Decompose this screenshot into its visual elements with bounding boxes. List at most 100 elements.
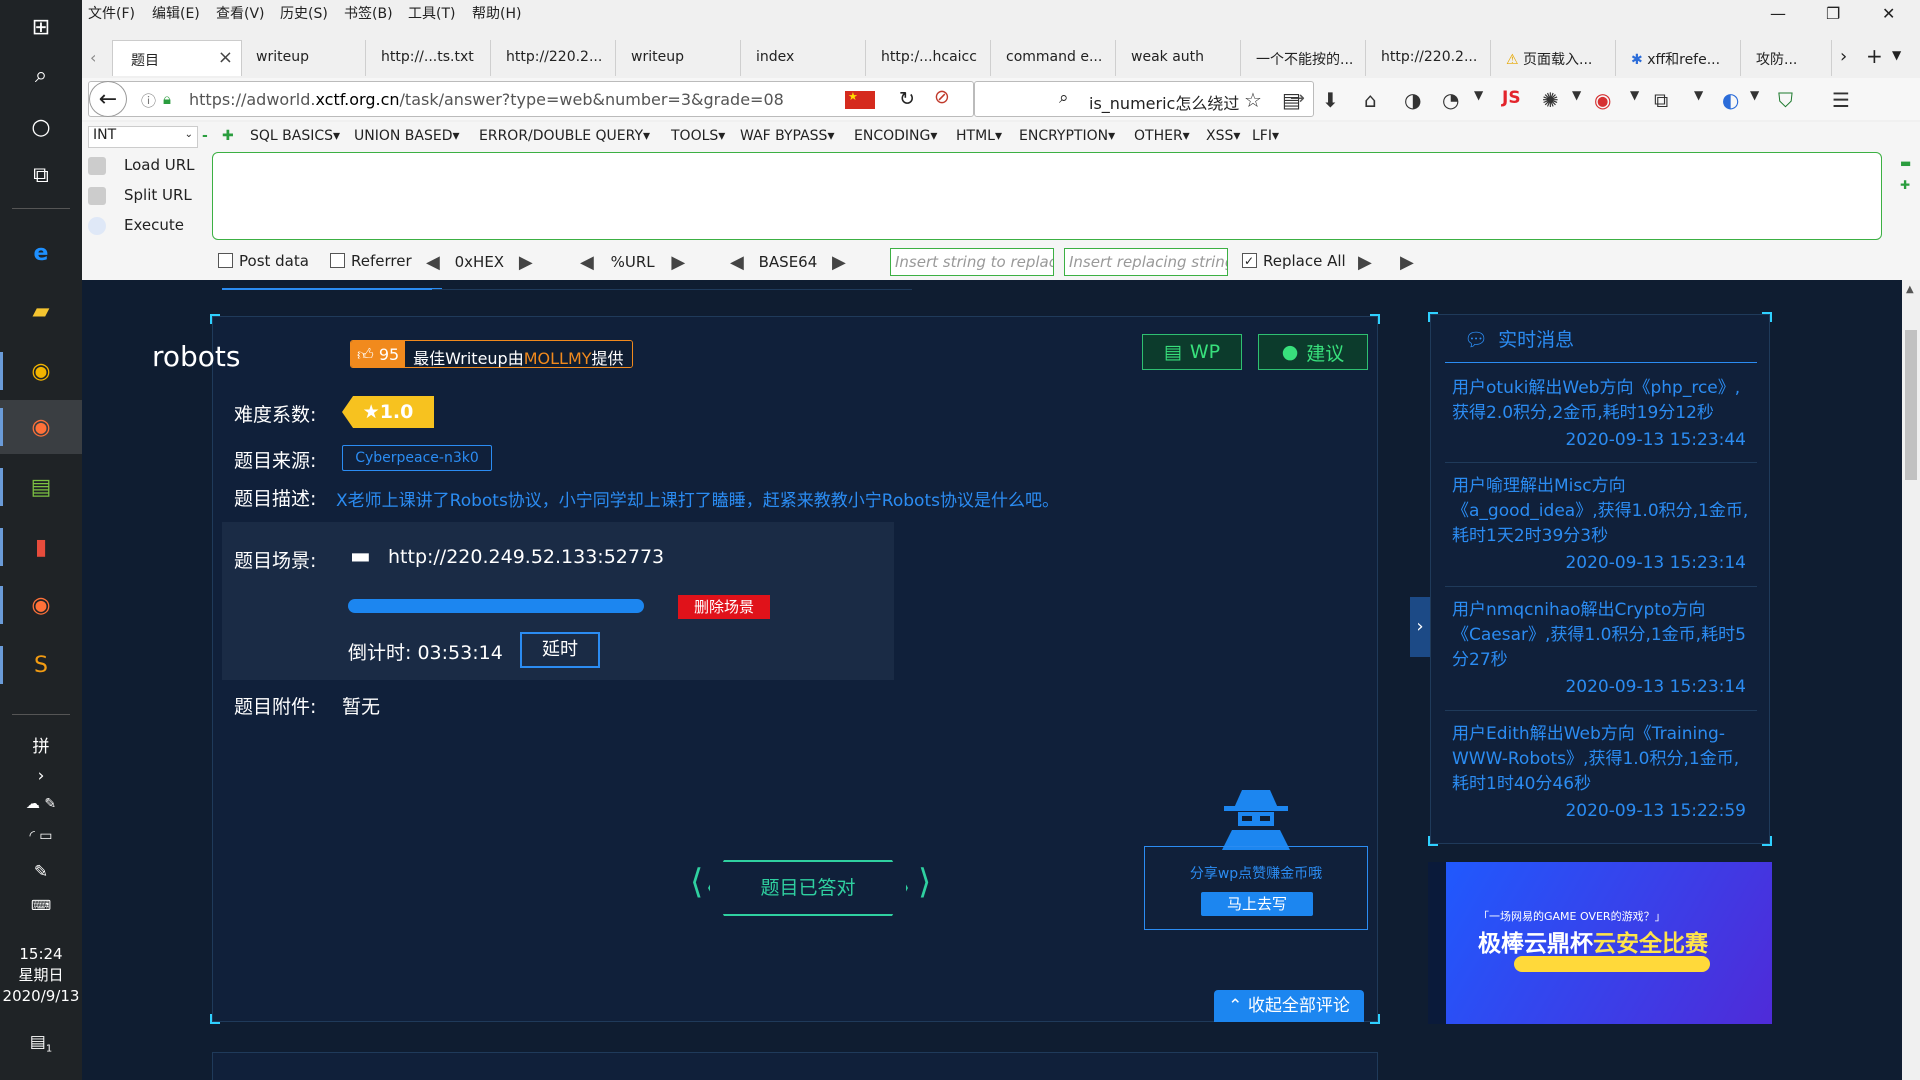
pen-icon[interactable]: ✎	[0, 862, 82, 882]
scene-url[interactable]: http://220.249.52.133:52773	[388, 546, 664, 568]
chrome-app[interactable]: ◉	[0, 344, 82, 398]
tab[interactable]: command e...	[992, 40, 1116, 76]
bug-icon[interactable]: ✺	[1542, 88, 1559, 112]
replace-apply-icon[interactable]: ▶	[1358, 252, 1372, 273]
dropdown-icon[interactable]: ▼	[1630, 88, 1639, 102]
menu-bookmarks[interactable]: 书签(B)	[344, 3, 393, 23]
minimize-icon[interactable]: —	[1770, 4, 1786, 23]
menu-html[interactable]: HTML▾	[956, 128, 1002, 144]
start-button[interactable]: ⊞	[0, 0, 82, 54]
download-icon[interactable]: ⬇	[1322, 88, 1339, 112]
execute-button[interactable]: Execute	[88, 216, 184, 235]
burp-app[interactable]: ▮	[0, 520, 82, 574]
url-text[interactable]: https://adworld.xctf.org.cn/task/answer?…	[189, 90, 809, 109]
reader-list-icon[interactable]: ▤	[1282, 88, 1301, 112]
tab[interactable]: http://220.2...	[492, 40, 616, 76]
dropdown-icon[interactable]: ▼	[1694, 88, 1703, 102]
replace-reverse-icon[interactable]: ▶	[1400, 252, 1414, 273]
task-view-button[interactable]: ⧉	[0, 148, 82, 202]
tab[interactable]: writeup	[242, 40, 366, 76]
block-icon[interactable]: ⊘	[934, 86, 950, 108]
menu-encryption[interactable]: ENCRYPTION▾	[1019, 128, 1115, 144]
minus-icon[interactable]: ▬	[1900, 156, 1911, 170]
minus-icon[interactable]: ‑	[202, 128, 208, 144]
dropdown-icon[interactable]: ▼	[1572, 88, 1581, 102]
close-window-icon[interactable]: ✕	[1882, 4, 1895, 23]
split-url-button[interactable]: Split URL	[88, 186, 192, 205]
arrow-right-icon[interactable]: ▶	[671, 252, 685, 273]
reload-icon[interactable]: ↻	[899, 88, 915, 110]
menu-other[interactable]: OTHER▾	[1134, 128, 1190, 144]
new-tab-icon[interactable]: +	[1866, 44, 1883, 68]
page-scrollbar[interactable]: ▲	[1902, 280, 1920, 1080]
tab[interactable]: index	[742, 40, 866, 76]
hackbar-url-textarea[interactable]	[212, 152, 1882, 240]
referrer-checkbox[interactable]: Referrer	[330, 252, 412, 270]
menu-encoding[interactable]: ENCODING▾	[854, 128, 937, 144]
replace-string-input[interactable]: Insert string to replace	[890, 248, 1054, 276]
bookmark-star-icon[interactable]: ☆	[1244, 88, 1262, 112]
menu-union-based[interactable]: UNION BASED▾	[354, 128, 460, 144]
menu-tools[interactable]: 工具(T)	[408, 3, 455, 23]
tab[interactable]: http://...ts.txt	[367, 40, 491, 76]
explorer-app[interactable]: ▰	[0, 284, 82, 338]
promo-banner[interactable]: 「一场网易的GAME OVER的游戏？」 极棒云鼎杯云安全比赛	[1428, 862, 1772, 1024]
home-icon[interactable]: ⌂	[1364, 88, 1377, 112]
network-icon[interactable]: ◜ ▭	[0, 828, 82, 844]
sublime-app[interactable]: S	[0, 638, 82, 692]
wp-button[interactable]: ▤ WP	[1142, 334, 1242, 370]
cortana-button[interactable]: ○	[0, 100, 82, 154]
edge-app[interactable]: e	[0, 226, 82, 280]
chevron-up-icon[interactable]: ›	[0, 766, 82, 786]
cookie-icon[interactable]: ◔	[1442, 88, 1459, 112]
collapse-comments-button[interactable]: ⌃ 收起全部评论	[1214, 990, 1364, 1022]
lock-icon[interactable]: 🔒︎	[163, 90, 171, 108]
plus-icon[interactable]: ✚	[1900, 178, 1910, 192]
menu-edit[interactable]: 编辑(E)	[152, 3, 200, 23]
tab[interactable]: 一个不能按的...	[1242, 40, 1366, 76]
tab[interactable]: writeup	[617, 40, 741, 76]
clock[interactable]: 15:24 星期日 2020/9/13	[0, 944, 82, 1007]
menu-file[interactable]: 文件(F)	[88, 3, 135, 23]
arrow-left-icon[interactable]: ◀	[730, 252, 744, 273]
tab-active[interactable]: 题目 ×	[112, 40, 242, 76]
load-url-button[interactable]: Load URL	[88, 156, 195, 175]
tab-scroll-right-icon[interactable]: ›	[1840, 46, 1847, 67]
dropdown-icon[interactable]: ▼	[1474, 88, 1483, 102]
js-icon[interactable]: JS	[1502, 88, 1521, 108]
notification-center-icon[interactable]: ▤1	[0, 1032, 82, 1054]
arrow-left-icon[interactable]: ◀	[580, 252, 594, 273]
menu-help[interactable]: 帮助(H)	[472, 3, 521, 23]
hamburger-menu-icon[interactable]: ☰	[1832, 88, 1850, 112]
menu-sql-basics[interactable]: SQL BASICS▾	[250, 128, 340, 144]
tab[interactable]: weak auth	[1117, 40, 1241, 76]
scroll-up-icon[interactable]: ▲	[1906, 284, 1914, 295]
delay-button[interactable]: 延时	[520, 632, 600, 668]
close-tab-icon[interactable]: ×	[218, 47, 233, 68]
info-icon[interactable]: ⓘ	[141, 90, 156, 111]
suggest-button[interactable]: ● 建议	[1258, 334, 1368, 370]
scrollbar-thumb[interactable]	[1905, 330, 1917, 480]
back-button[interactable]: ←	[89, 81, 127, 117]
arrow-left-icon[interactable]: ◀	[426, 252, 440, 273]
addon-globe-icon[interactable]: ◑	[1404, 88, 1421, 112]
replacing-string-input[interactable]: Insert replacing string	[1064, 248, 1228, 276]
menu-history[interactable]: 历史(S)	[280, 3, 328, 23]
tab[interactable]: http:/...hcaicc	[867, 40, 991, 76]
search-button[interactable]: ⌕	[0, 48, 82, 102]
keyboard-icon[interactable]: ⌨	[0, 898, 82, 914]
sidebar-toggle[interactable]: ›	[1410, 597, 1430, 657]
tab[interactable]: 攻防...	[1742, 40, 1832, 76]
tab[interactable]: http://220.2...	[1367, 40, 1491, 76]
arrow-right-icon[interactable]: ▶	[519, 252, 533, 273]
tab-list-icon[interactable]: ▼	[1892, 48, 1901, 62]
menu-error-double-query[interactable]: ERROR/DOUBLE QUERY▾	[479, 128, 650, 144]
arrow-right-icon[interactable]: ▶	[832, 252, 846, 273]
translate-icon[interactable]: ◐	[1722, 88, 1739, 112]
notepad-app[interactable]: ▤	[0, 460, 82, 514]
write-now-button[interactable]: 马上去写	[1201, 892, 1313, 916]
restore-icon[interactable]: ❐	[1826, 4, 1840, 23]
proxy-icon[interactable]: ◉	[1594, 88, 1611, 112]
firefox-app[interactable]: ◉	[0, 400, 82, 454]
source-tag[interactable]: Cyberpeace-n3k0	[342, 445, 492, 471]
